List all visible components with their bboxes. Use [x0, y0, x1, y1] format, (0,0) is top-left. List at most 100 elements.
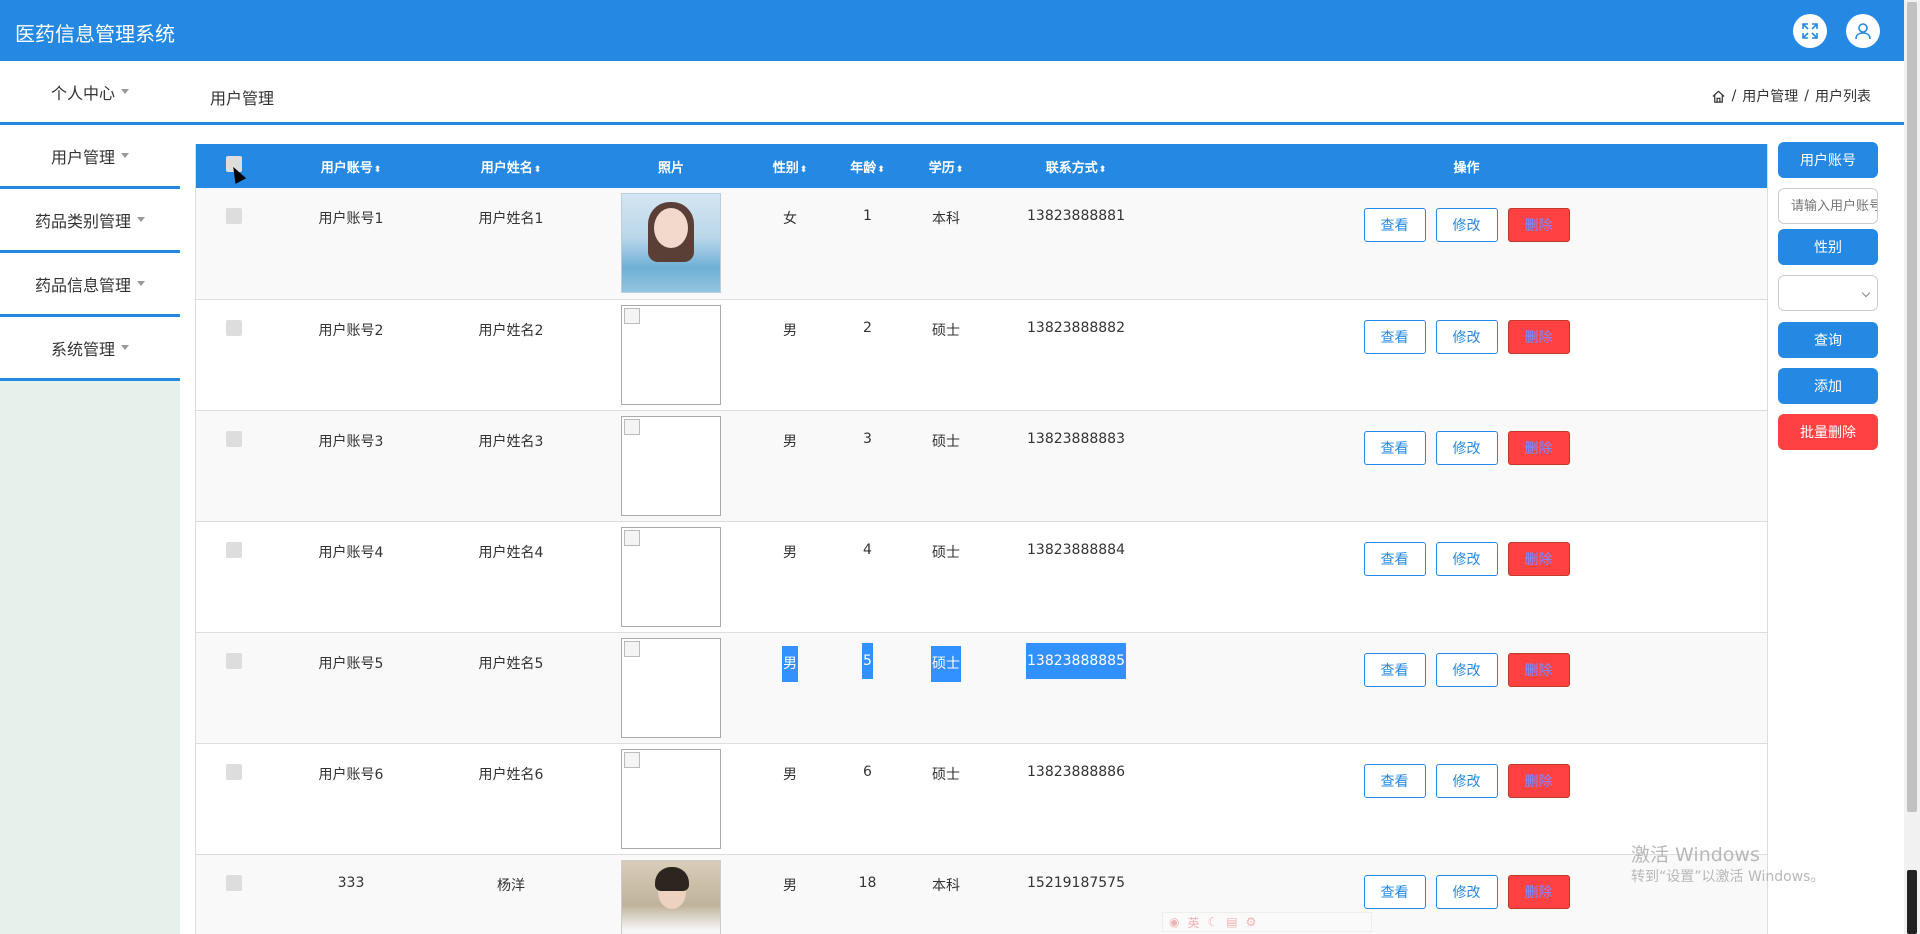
edit-button[interactable]: 修改 — [1435, 319, 1498, 354]
sort-icon: ⬍ — [877, 164, 885, 175]
table-header-row: 用户账号⬍ 用户姓名⬍ 照片 性别⬍ 年龄⬍ 学历⬍ 联系方式⬍ 操作 — [196, 144, 1767, 188]
cell-name: 用户姓名1 — [478, 211, 544, 227]
cell-account: 用户账号2 — [318, 322, 384, 339]
cell-phone: 13823888884 — [1027, 541, 1125, 558]
edit-button[interactable]: 修改 — [1435, 208, 1498, 242]
sidebar-item-label: 个人中心 — [50, 83, 115, 103]
cell-phone: 13823888885 — [1026, 642, 1126, 679]
view-button[interactable]: 查看 — [1363, 541, 1426, 576]
sidebar: 个人中心 用户管理 药品类别管理 药品信息管理 系统管理 — [0, 61, 180, 934]
windows-watermark-subtitle: 转到“设置”以激活 Windows。 — [1631, 869, 1825, 885]
sidebar-item-drug-category[interactable]: 药品类别管理 — [0, 189, 180, 253]
edit-button[interactable]: 修改 — [1435, 430, 1498, 465]
fullscreen-button[interactable] — [1793, 14, 1827, 48]
delete-button[interactable]: 删除 — [1507, 319, 1570, 354]
sidebar-item-personal-center[interactable]: 个人中心 — [0, 61, 180, 125]
batch-delete-button[interactable]: 批量删除 — [1778, 414, 1878, 450]
cell-age: 4 — [863, 541, 872, 558]
row-checkbox[interactable] — [225, 652, 242, 669]
sort-icon: ⬍ — [373, 164, 382, 175]
ime-toolbar[interactable]: ◉ 英 ☾ ▤ ⚙ — [1162, 912, 1372, 932]
user-photo — [621, 193, 721, 293]
delete-button[interactable]: 删除 — [1507, 430, 1570, 465]
home-icon[interactable] — [1711, 89, 1726, 104]
scrollbar-corner — [1907, 870, 1917, 934]
page-scrollbar[interactable] — [1904, 0, 1920, 934]
cell-gender: 男 — [783, 544, 797, 561]
cell-gender: 男 — [782, 645, 798, 682]
column-header-name[interactable]: 用户姓名⬍ — [431, 144, 591, 188]
row-checkbox[interactable] — [225, 208, 242, 224]
cell-education: 本科 — [932, 211, 960, 227]
windows-watermark-title: 激活 Windows — [1631, 844, 1760, 866]
sidebar-item-label: 系统管理 — [50, 339, 115, 359]
cell-account: 用户账号1 — [318, 211, 384, 227]
cell-education: 硕士 — [932, 322, 960, 339]
query-button[interactable]: 查询 — [1778, 322, 1878, 358]
caret-down-icon — [137, 217, 145, 222]
cell-education: 硕士 — [932, 544, 960, 561]
sidebar-item-system[interactable]: 系统管理 — [0, 317, 180, 381]
cell-name: 杨洋 — [497, 877, 525, 894]
delete-button[interactable]: 删除 — [1507, 208, 1570, 242]
view-button[interactable]: 查看 — [1363, 652, 1426, 687]
ime-logo-icon: ◉ — [1169, 915, 1180, 929]
column-header-gender[interactable]: 性别⬍ — [751, 144, 829, 188]
view-button[interactable]: 查看 — [1363, 874, 1426, 909]
app-title: 医药信息管理系统 — [15, 22, 175, 46]
column-header-phone[interactable]: 联系方式⬍ — [986, 144, 1166, 188]
sidebar-item-user-management[interactable]: 用户管理 — [0, 125, 180, 189]
row-checkbox[interactable] — [225, 763, 242, 780]
keyboard-icon: ▤ — [1226, 915, 1238, 929]
cell-education: 硕士 — [932, 433, 960, 450]
cell-name: 用户姓名6 — [478, 766, 544, 783]
gender-filter-label: 性别 — [1778, 229, 1878, 265]
page-title: 用户管理 — [210, 89, 275, 108]
cell-name: 用户姓名3 — [478, 433, 544, 450]
cell-name: 用户姓名2 — [478, 322, 544, 339]
edit-button[interactable]: 修改 — [1435, 763, 1498, 798]
row-checkbox[interactable] — [225, 430, 242, 447]
sidebar-item-drug-info[interactable]: 药品信息管理 — [0, 253, 180, 317]
cell-gender: 女 — [783, 211, 797, 227]
view-button[interactable]: 查看 — [1363, 319, 1426, 354]
cell-education: 本科 — [932, 877, 960, 894]
edit-button[interactable]: 修改 — [1435, 874, 1498, 909]
cell-education: 硕士 — [931, 645, 961, 682]
edit-button[interactable]: 修改 — [1435, 652, 1498, 687]
account-search-input[interactable] — [1778, 188, 1878, 224]
table-row: 用户账号4 用户姓名4 男 4 硕士 13823888884 查看 修改 删除 — [196, 521, 1767, 632]
delete-button[interactable]: 删除 — [1507, 652, 1570, 687]
view-button[interactable]: 查看 — [1363, 763, 1426, 798]
column-header-education[interactable]: 学历⬍ — [906, 144, 986, 188]
view-button[interactable]: 查看 — [1363, 430, 1426, 465]
column-header-actions: 操作 — [1453, 160, 1480, 176]
cell-name: 用户姓名4 — [478, 544, 544, 561]
sort-icon: ⬍ — [533, 164, 542, 175]
view-button[interactable]: 查看 — [1363, 208, 1426, 242]
sidebar-item-label: 用户管理 — [50, 147, 115, 167]
expand-icon — [1802, 23, 1818, 39]
caret-down-icon — [121, 89, 129, 94]
user-button[interactable] — [1846, 14, 1880, 48]
table-row: 用户账号5 用户姓名5 男 5 硕士 13823888885 查看 修改 删除 — [196, 632, 1767, 743]
row-checkbox[interactable] — [225, 541, 242, 558]
cell-gender: 男 — [783, 766, 797, 783]
scrollbar-thumb[interactable] — [1907, 2, 1917, 812]
breadcrumb-item-user-management[interactable]: 用户管理 — [1742, 86, 1798, 106]
gender-select[interactable] — [1778, 275, 1878, 311]
edit-button[interactable]: 修改 — [1435, 541, 1498, 576]
add-button[interactable]: 添加 — [1778, 368, 1878, 404]
delete-button[interactable]: 删除 — [1507, 763, 1570, 798]
breadcrumb: / 用户管理 / 用户列表 — [1711, 86, 1871, 106]
row-checkbox[interactable] — [225, 319, 242, 336]
settings-icon: ⚙ — [1245, 915, 1257, 929]
cell-account: 用户账号4 — [318, 544, 384, 561]
column-header-age[interactable]: 年龄⬍ — [829, 144, 906, 188]
cell-phone: 13823888886 — [1027, 763, 1125, 780]
column-header-account[interactable]: 用户账号⬍ — [271, 144, 431, 188]
delete-button[interactable]: 删除 — [1507, 541, 1570, 576]
row-checkbox[interactable] — [225, 874, 242, 891]
delete-button[interactable]: 删除 — [1507, 874, 1570, 909]
chevron-down-icon — [1861, 288, 1871, 298]
